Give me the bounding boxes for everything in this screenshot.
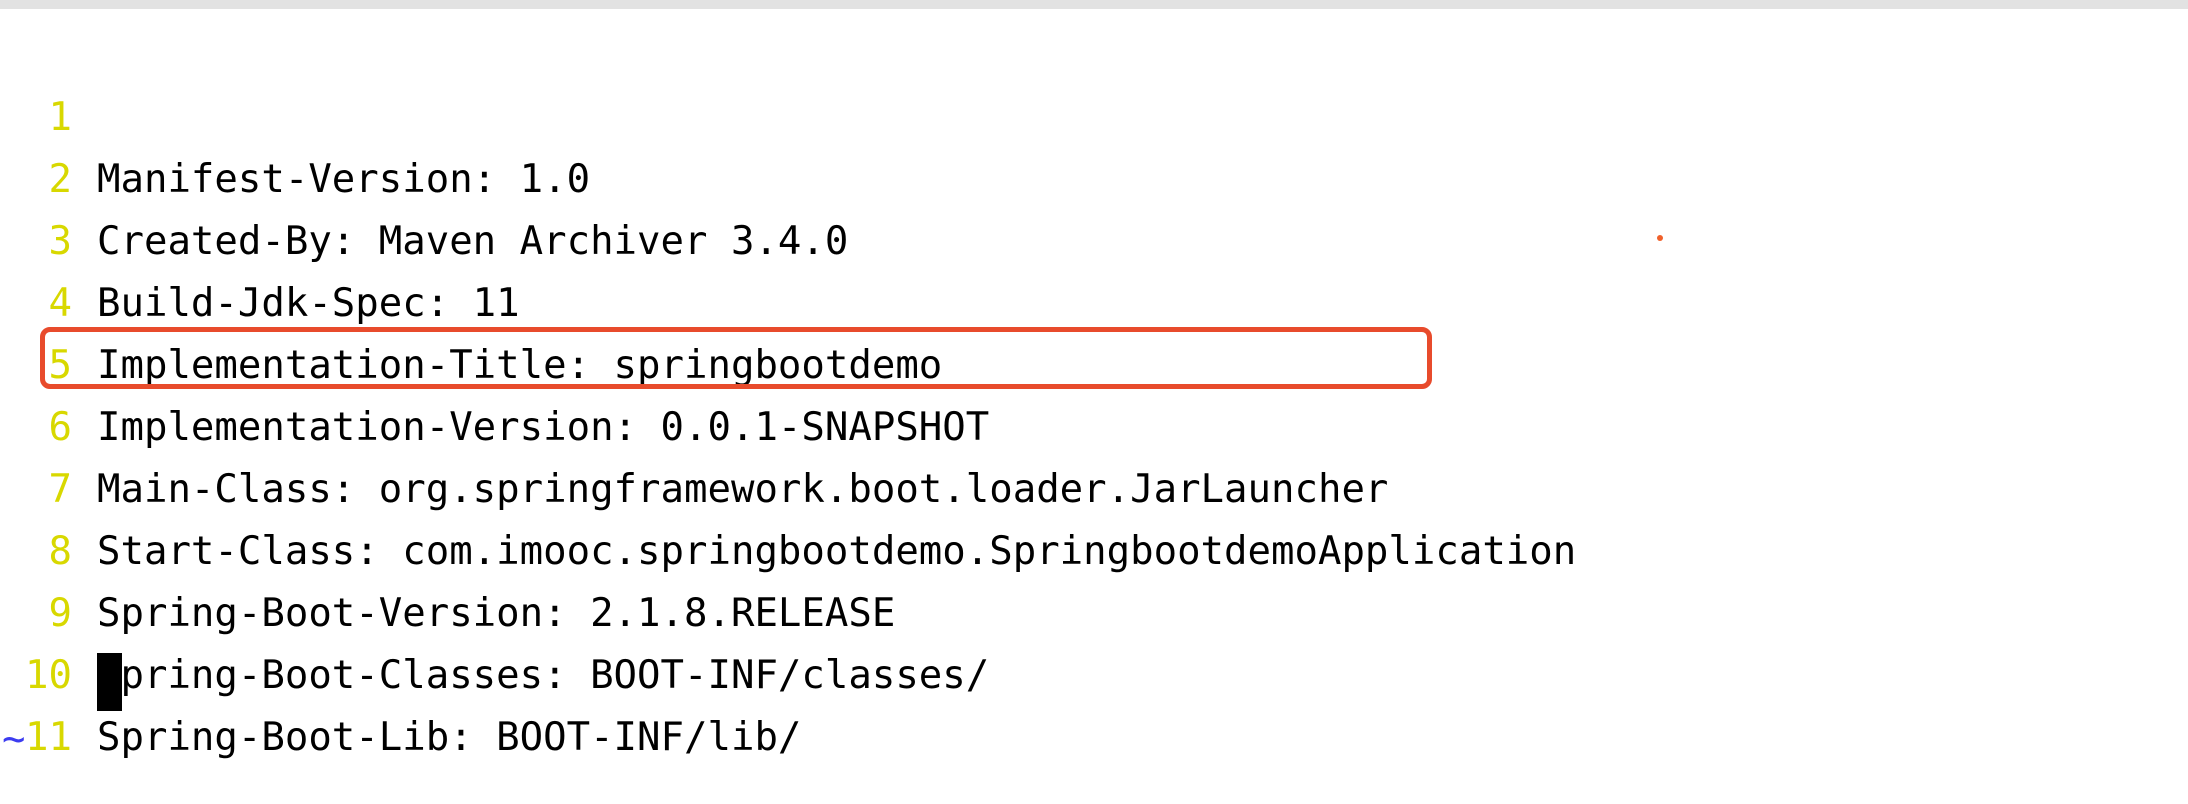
line-text[interactable]: Main-Class: org.springframework.boot.loa… <box>97 459 1388 521</box>
editor-line[interactable]: 3 Build-Jdk-Spec: 11 <box>0 149 520 326</box>
annotation-dot <box>1657 235 1663 241</box>
text-cursor <box>97 653 122 711</box>
line-text[interactable]: Spring-Boot-Lib: BOOT-INF/lib/ <box>97 707 801 769</box>
line-text[interactable]: Spring-Boot-Version: 2.1.8.RELEASE <box>97 583 895 645</box>
empty-line-marker: ~ <box>2 717 26 762</box>
text-editor[interactable]: 1 Manifest-Version: 1.0 2 Created-By: Ma… <box>0 0 2188 804</box>
editor-line[interactable]: 1 Manifest-Version: 1.0 <box>0 25 591 202</box>
editor-line[interactable]: 7 Start-Class: com.imooc.springbootdemo.… <box>0 397 1577 574</box>
line-text[interactable]: Build-Jdk-Spec: 11 <box>97 273 520 335</box>
editor-line[interactable]: 4 Implementation-Title: springbootdemo <box>0 211 943 388</box>
line-text[interactable]: Spring-Boot-Classes: BOOT-INF/classes/ <box>97 645 989 707</box>
editor-line[interactable]: 10 Spring-Boot-Lib: BOOT-INF/lib/ <box>0 583 801 760</box>
line-text[interactable]: Start-Class: com.imooc.springbootdemo.Sp… <box>97 521 1576 583</box>
line-text[interactable]: Manifest-Version: 1.0 <box>97 149 590 211</box>
line-text[interactable]: Created-By: Maven Archiver 3.4.0 <box>97 211 848 273</box>
editor-line[interactable]: 8 Spring-Boot-Version: 2.1.8.RELEASE <box>0 459 896 636</box>
editor-line[interactable]: 5 Implementation-Version: 0.0.1-SNAPSHOT <box>0 273 990 450</box>
highlight-annotation-box <box>40 327 1432 389</box>
editor-line[interactable]: 9 Spring-Boot-Classes: BOOT-INF/classes/ <box>0 521 990 698</box>
editor-line-current[interactable]: 11 <box>0 645 122 760</box>
editor-line[interactable]: 2 Created-By: Maven Archiver 3.4.0 <box>0 87 849 264</box>
line-text[interactable]: Implementation-Version: 0.0.1-SNAPSHOT <box>97 397 989 459</box>
